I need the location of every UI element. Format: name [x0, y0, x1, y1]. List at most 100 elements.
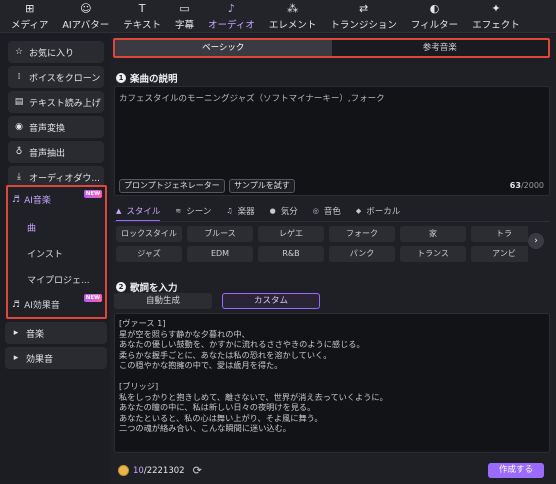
style-chip[interactable]: ロックスタイル — [116, 226, 182, 242]
style-chip[interactable]: EDM — [187, 246, 253, 262]
sidebar-item-label: 音声抽出 — [29, 148, 66, 159]
toolbar-tab-label: フィルター — [410, 19, 459, 31]
toolbar-tab[interactable]: ⊞ メディア — [4, 1, 55, 32]
ai-sub-instrumental[interactable]: インスト — [27, 247, 63, 260]
step-number: 1 — [116, 73, 126, 83]
create-button[interactable]: 作成する — [488, 463, 544, 478]
ai-sub-my-projects[interactable]: マイプロジェ... — [27, 273, 90, 286]
lyrics-line: この穏やかな抱擁の中で、愛は歳月を得た。 — [119, 360, 283, 370]
sidebar-item-label: 効果音 — [26, 354, 54, 365]
category-tab[interactable]: ▲ スタイル — [116, 204, 161, 222]
category-tab[interactable]: ♫ 楽器 — [226, 204, 254, 218]
caret-right-icon: ▸ — [13, 353, 19, 363]
category-icon: ● — [269, 207, 276, 215]
toolbar-tab[interactable]: ⁂ エレメント — [262, 1, 324, 32]
sidebar-item-label: ボイスをクローン — [29, 73, 101, 84]
tab-auto-generate[interactable]: 自動生成 — [114, 293, 212, 309]
description-textarea[interactable]: カフェスタイルのモーニングジャズ（ソフトマイナーキー）,フォーク プロンプトジェ… — [114, 86, 550, 196]
category-label: シーン — [186, 207, 212, 217]
toolbar-tab[interactable]: ✦ エフェクト — [465, 1, 527, 32]
ai-sfx-item[interactable]: ♬ AI効果音 — [12, 298, 60, 312]
voice-change-icon: ◉ — [15, 122, 23, 132]
category-label: 気分 — [280, 207, 298, 217]
lyrics-line: 二つの魂が絡み合い、こんな瞬間に迷い込む。 — [119, 423, 291, 433]
toolbar-tab-label: エフェクト — [472, 19, 520, 31]
category-tab[interactable]: ≋ シーン — [175, 204, 211, 218]
refresh-icon[interactable]: ⟳ — [193, 464, 202, 477]
category-icon: ♫ — [226, 207, 233, 215]
ai-music-item[interactable]: ♬ AI音楽 — [12, 193, 51, 207]
prompt-generator-button[interactable]: プロンプトジェネレーター — [119, 179, 225, 193]
category-tab[interactable]: ◎ 音色 — [313, 204, 341, 218]
media-icon: ⊞ — [25, 2, 35, 15]
audio-icon: ♪ — [227, 2, 235, 15]
style-chip[interactable]: R&B — [258, 246, 324, 262]
voice-clone-icon: ⁞ — [17, 72, 21, 82]
sidebar-item[interactable]: ▸ 音楽 — [5, 322, 107, 344]
lyrics-line: 柔らかな握手ごとに、あなたは私の恐れを溶かしていく。 — [119, 349, 332, 360]
toolbar-tab-label: エレメント — [268, 19, 317, 31]
sidebar-item-label: テキスト読み上げ — [29, 98, 101, 109]
sidebar-item[interactable]: ⁞ ボイスをクローン — [8, 66, 104, 88]
sidebar-item[interactable]: ☆ お気に入り — [8, 41, 104, 63]
lyrics-line: あなたの優しい鼓動を、かすかに流れるささやきのように感じる。 — [119, 339, 365, 349]
style-chip-grid: ロックスタイル ブルース レゲエ フォーク家トラジャズ EDM R&B パンク トランス アンビ — [114, 222, 528, 262]
style-chip[interactable]: ジャズ — [116, 246, 182, 262]
toolbar-tab-label: AIアバター — [62, 19, 110, 31]
style-chip[interactable]: パンク — [329, 246, 395, 262]
sidebar-item[interactable]: ◉ 音声変換 — [8, 116, 104, 138]
toolbar-tab[interactable]: ▭ 字幕 — [168, 1, 201, 32]
subtitle-icon: ▭ — [179, 2, 190, 15]
sidebar-item[interactable]: ♁ 音声抽出 — [8, 141, 104, 163]
section-description-title: 1 楽曲の説明 — [116, 71, 178, 85]
toolbar-tab[interactable]: T テキスト — [116, 1, 168, 32]
section-lyrics-title: 2 歌詞を入力 — [116, 280, 178, 294]
ai-sfx-label: AI効果音 — [24, 301, 60, 311]
tts-icon: ▤ — [14, 97, 24, 107]
lyrics-line — [119, 371, 545, 382]
category-tab[interactable]: ◆ ボーカル — [356, 204, 400, 218]
style-chip[interactable]: アンビ — [471, 246, 528, 262]
lyrics-line: [ブリッジ] — [119, 381, 159, 391]
toolbar-tab-label: テキスト — [123, 19, 161, 31]
coin-icon — [118, 465, 129, 476]
element-icon: ⁂ — [287, 2, 299, 15]
sidebar-item[interactable]: ▤ テキスト読み上げ — [8, 91, 104, 113]
lyrics-textarea[interactable]: [ヴァース 1] 星が空を照らす静かな夕暮れの中、 あなたの優しい鼓動を、かすかに流… — [114, 313, 550, 453]
toolbar-tab[interactable]: ♪ オーディオ — [201, 1, 262, 32]
style-chip[interactable]: トラ — [471, 226, 528, 242]
style-chip[interactable]: トランス — [400, 246, 466, 262]
sidebar: ☆ お気に入り ⁞ ボイスをクローン ▤ テキスト読み上げ ◉ 音声変換 ♁ 音声抽出 ⤓ オーディオ… — [0, 34, 108, 484]
mic-icon: ♁ — [15, 147, 23, 157]
credit-counter: 10/2221302 ⟳ — [118, 464, 202, 477]
toolbar-tab[interactable]: ⇄ トランジション — [323, 1, 404, 32]
tab-basic[interactable]: ベーシック — [115, 40, 332, 56]
ai-avatar-icon: ☺ — [80, 2, 92, 15]
tab-custom[interactable]: カスタム — [222, 293, 320, 309]
tab-reference-music[interactable]: 参考音楽 — [332, 40, 549, 56]
toolbar-tab[interactable]: ◐ フィルター — [404, 1, 465, 32]
toolbar-tab-label: 字幕 — [174, 19, 194, 31]
ai-music-label: AI音楽 — [24, 196, 51, 206]
category-tab[interactable]: ● 気分 — [270, 204, 298, 218]
ai-sub-song[interactable]: 曲 — [27, 221, 36, 234]
section-title-text: 歌詞を入力 — [130, 283, 178, 294]
style-chip[interactable]: フォーク — [329, 226, 395, 242]
footer-bar: 10/2221302 ⟳ 作成する — [110, 458, 556, 484]
lyrics-mode-tabs: 自動生成 カスタム — [114, 293, 320, 309]
section-title-text: 楽曲の説明 — [130, 74, 178, 85]
ai-music-group: ♬ AI音楽 NEW 曲 インスト マイプロジェ... ♬ AI効果音 NEW — [6, 185, 107, 319]
top-toolbar: ⊞ メディア ☺ AIアバター T テキスト ▭ 字幕 ♪ オーディオ ⁂ エレメント ⇄ トランジション… — [0, 0, 556, 33]
style-chip[interactable]: 家 — [400, 226, 466, 242]
ai-music-icon: ♬ — [12, 194, 21, 205]
try-sample-button[interactable]: サンプルを試す — [229, 179, 295, 193]
style-chip[interactable]: ブルース — [187, 226, 253, 242]
toolbar-tab[interactable]: ☺ AIアバター — [55, 1, 116, 32]
transition-icon: ⇄ — [359, 2, 369, 15]
sidebar-item[interactable]: ▸ 効果音 — [5, 347, 107, 369]
chevron-right-icon[interactable]: › — [528, 233, 544, 249]
sidebar-item-label: 音声変換 — [29, 123, 66, 134]
sidebar-item-label: オーディオダウ... — [29, 173, 100, 184]
style-chip[interactable]: レゲエ — [258, 226, 324, 242]
ai-sfx-icon: ♬ — [12, 299, 21, 310]
